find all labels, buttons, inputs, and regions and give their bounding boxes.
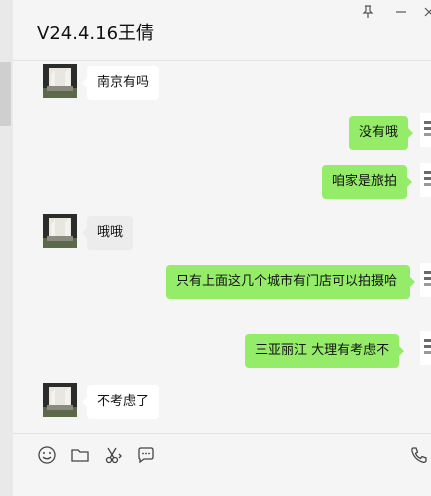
folder-icon[interactable]: [70, 445, 90, 465]
scissors-icon[interactable]: [104, 445, 124, 465]
phone-icon[interactable]: [409, 445, 429, 465]
message-bubble-sent: 没有哦: [349, 116, 414, 150]
emoji-icon[interactable]: [37, 445, 57, 465]
message-bubble-received: 南京有吗: [81, 66, 160, 100]
left-panel-edge: [0, 0, 13, 496]
chat-bubble-icon[interactable]: [136, 445, 156, 465]
scrollbar-thumb[interactable]: [0, 62, 11, 126]
message-bubble-sent: 三亚丽江 大理有考虑不: [245, 334, 405, 368]
contact-avatar[interactable]: [43, 214, 77, 248]
chat-header: V24.4.16王倩: [13, 0, 431, 61]
message-bubble-sent: 咱家是旅拍: [322, 165, 413, 199]
my-avatar[interactable]: [420, 163, 431, 197]
close-icon[interactable]: [421, 4, 431, 20]
contact-avatar[interactable]: [43, 383, 77, 417]
contact-avatar[interactable]: [43, 64, 77, 98]
input-toolbar: [13, 433, 431, 496]
chat-title: V24.4.16王倩: [37, 23, 155, 44]
minimize-icon[interactable]: [393, 4, 409, 20]
message-bubble-sent: 只有上面这几个城市有门店可以拍摄哈: [166, 265, 415, 299]
message-bubble-received: 哦哦: [81, 216, 134, 250]
my-avatar[interactable]: [420, 263, 431, 297]
pin-icon[interactable]: [360, 4, 376, 20]
my-avatar[interactable]: [420, 113, 431, 147]
message-bubble-received: 不考虑了: [81, 385, 160, 419]
my-avatar[interactable]: [420, 331, 431, 365]
